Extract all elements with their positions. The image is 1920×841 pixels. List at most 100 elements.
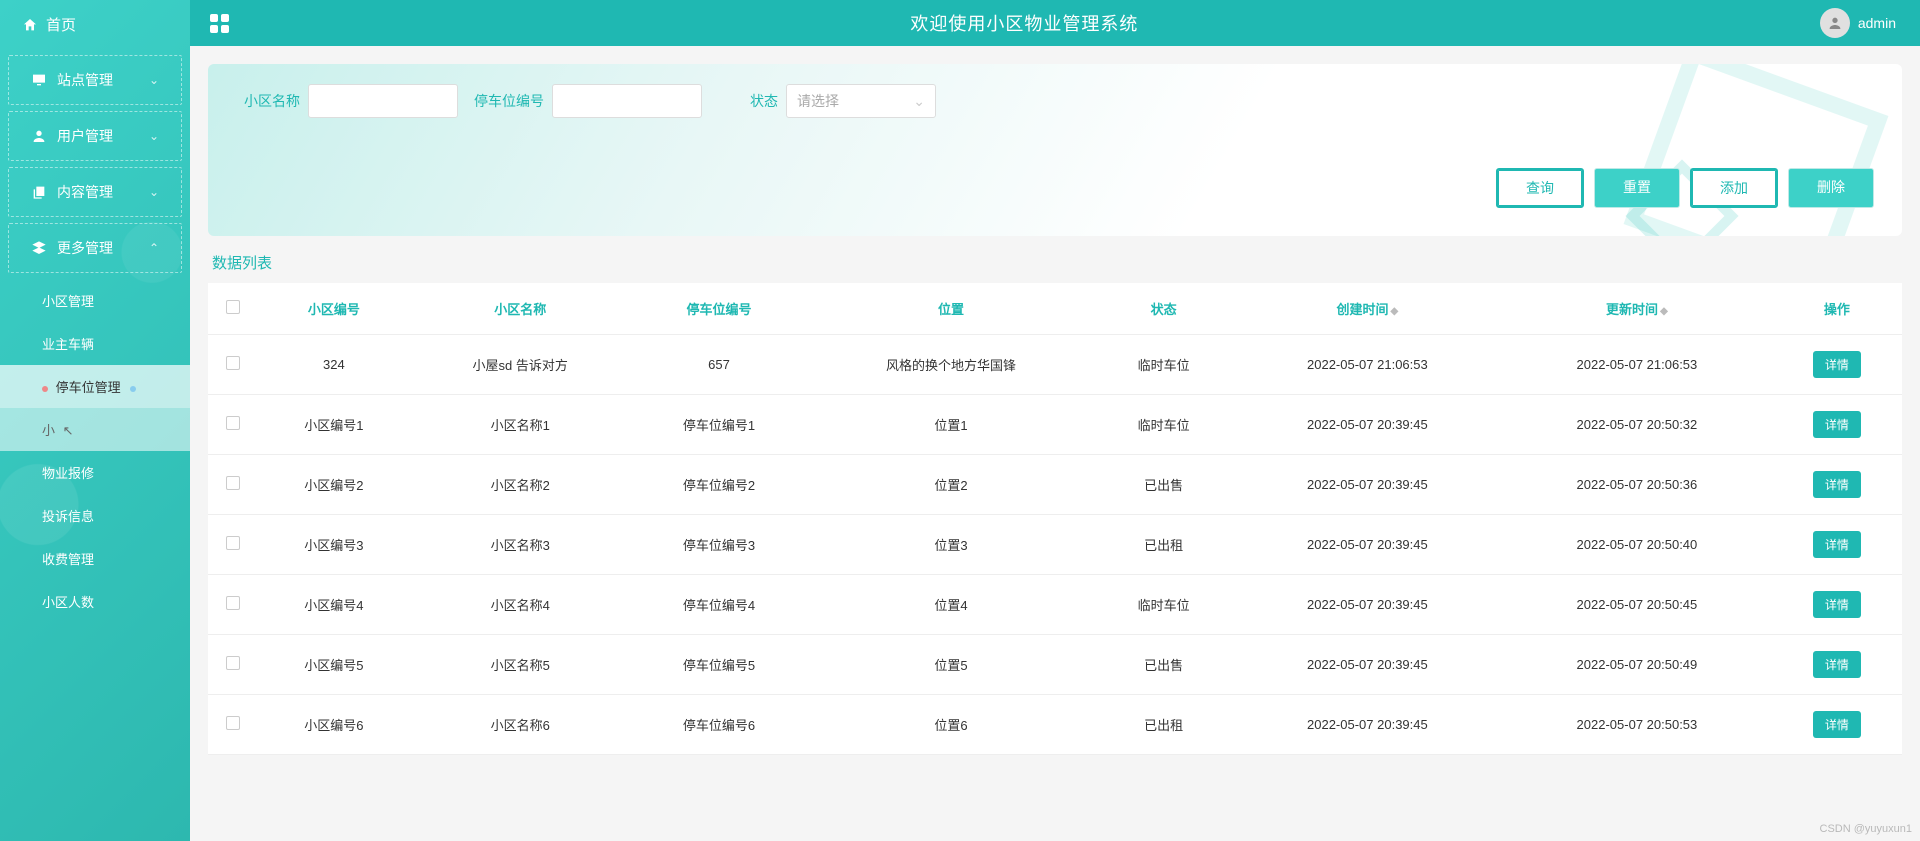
cell: 657 [631, 335, 808, 395]
topbar: 欢迎使用小区物业管理系统 admin [190, 0, 1920, 46]
col-create-time[interactable]: 创建时间◆ [1233, 283, 1503, 335]
chevron-down-icon: ⌄ [149, 129, 159, 143]
cell: 2022-05-07 21:06:53 [1502, 335, 1772, 395]
detail-button[interactable]: 详情 [1813, 351, 1861, 378]
list-title: 数据列表 [212, 252, 1902, 273]
detail-button[interactable]: 详情 [1813, 471, 1861, 498]
cell: 位置4 [807, 575, 1094, 635]
chevron-down-icon: ⌄ [149, 185, 159, 199]
sub-label: 停车位管理 [56, 380, 121, 395]
checkbox-row[interactable] [226, 476, 240, 490]
cell: 位置2 [807, 455, 1094, 515]
home-label: 首页 [46, 14, 76, 35]
user-menu[interactable]: admin [1820, 8, 1896, 38]
user-icon [31, 128, 47, 144]
cell: 临时车位 [1095, 335, 1233, 395]
cell: 2022-05-07 20:50:36 [1502, 455, 1772, 515]
detail-button[interactable]: 详情 [1813, 531, 1861, 558]
sub-label: 小 [42, 423, 55, 438]
detail-button[interactable]: 详情 [1813, 651, 1861, 678]
checkbox-row[interactable] [226, 416, 240, 430]
menu-user[interactable]: 用户管理 ⌄ [8, 111, 182, 161]
checkbox-row[interactable] [226, 536, 240, 550]
detail-button[interactable]: 详情 [1813, 411, 1861, 438]
home-link[interactable]: 首页 [0, 0, 190, 49]
cell: 2022-05-07 20:39:45 [1233, 695, 1503, 755]
cell: 临时车位 [1095, 575, 1233, 635]
cell: 小区名称3 [410, 515, 631, 575]
sub-complaint[interactable]: 投诉信息 [0, 494, 190, 537]
col-action: 操作 [1772, 283, 1902, 335]
cell: 2022-05-07 20:50:49 [1502, 635, 1772, 695]
sidebar: 首页 站点管理 ⌄ 用户管理 ⌄ 内容管理 ⌄ 更多管理 ⌃ 小区管理 业主车辆… [0, 0, 190, 841]
monitor-icon [31, 72, 47, 88]
username: admin [1858, 15, 1896, 31]
cell: 324 [258, 335, 410, 395]
cell: 小区名称6 [410, 695, 631, 755]
table-row: 小区编号1小区名称1停车位编号1位置1临时车位2022-05-07 20:39:… [208, 395, 1902, 455]
checkbox-row[interactable] [226, 596, 240, 610]
input-parking-no[interactable] [552, 84, 702, 118]
cursor-icon: ↖ [63, 423, 74, 438]
detail-button[interactable]: 详情 [1813, 711, 1861, 738]
menu-content[interactable]: 内容管理 ⌄ [8, 167, 182, 217]
menu-site[interactable]: 站点管理 ⌄ [8, 55, 182, 105]
sub-population[interactable]: 小区人数 [0, 580, 190, 623]
cell: 小区编号1 [258, 395, 410, 455]
detail-button[interactable]: 详情 [1813, 591, 1861, 618]
checkbox-all[interactable] [226, 300, 240, 314]
table-row: 小区编号2小区名称2停车位编号2位置2已出售2022-05-07 20:39:4… [208, 455, 1902, 515]
chevron-down-icon: ⌄ [149, 73, 159, 87]
cell: 小屋sd 告诉对方 [410, 335, 631, 395]
delete-button[interactable]: 删除 [1788, 168, 1874, 208]
checkbox-row[interactable] [226, 716, 240, 730]
cell: 2022-05-07 20:39:45 [1233, 575, 1503, 635]
cell: 2022-05-07 20:50:45 [1502, 575, 1772, 635]
menu-more[interactable]: 更多管理 ⌃ [8, 223, 182, 273]
col-status[interactable]: 状态 [1095, 283, 1233, 335]
col-community-no[interactable]: 小区编号 [258, 283, 410, 335]
cell: 小区编号5 [258, 635, 410, 695]
label-status: 状态 [750, 91, 778, 111]
cell: 已出租 [1095, 515, 1233, 575]
checkbox-row[interactable] [226, 656, 240, 670]
sub-hover[interactable]: 小 ↖ [0, 408, 190, 451]
reset-button[interactable]: 重置 [1594, 168, 1680, 208]
input-community-name[interactable] [308, 84, 458, 118]
sub-parking[interactable]: 停车位管理 [0, 365, 190, 408]
watermark: CSDN @yuyuxun1 [1820, 823, 1912, 835]
menu-label: 用户管理 [57, 126, 113, 146]
sub-fee[interactable]: 收费管理 [0, 537, 190, 580]
apps-icon[interactable] [210, 14, 229, 33]
cell: 小区名称2 [410, 455, 631, 515]
dot-icon [42, 386, 48, 392]
cell: 小区名称5 [410, 635, 631, 695]
checkbox-row[interactable] [226, 356, 240, 370]
cell: 2022-05-07 20:39:45 [1233, 515, 1503, 575]
table-row: 小区编号5小区名称5停车位编号5位置5已出售2022-05-07 20:39:4… [208, 635, 1902, 695]
sub-owner-car[interactable]: 业主车辆 [0, 322, 190, 365]
person-icon [1827, 15, 1843, 31]
add-button[interactable]: 添加 [1690, 168, 1778, 208]
select-placeholder: 请选择 [797, 91, 839, 111]
query-button[interactable]: 查询 [1496, 168, 1584, 208]
cell: 小区编号4 [258, 575, 410, 635]
table-row: 小区编号4小区名称4停车位编号4位置4临时车位2022-05-07 20:39:… [208, 575, 1902, 635]
cell: 已出租 [1095, 695, 1233, 755]
cell: 位置5 [807, 635, 1094, 695]
sub-community[interactable]: 小区管理 [0, 279, 190, 322]
col-position[interactable]: 位置 [807, 283, 1094, 335]
cell: 停车位编号2 [631, 455, 808, 515]
cell: 2022-05-07 21:06:53 [1233, 335, 1503, 395]
col-update-time[interactable]: 更新时间◆ [1502, 283, 1772, 335]
sub-repair[interactable]: 物业报修 [0, 451, 190, 494]
cell: 小区编号3 [258, 515, 410, 575]
col-community-name[interactable]: 小区名称 [410, 283, 631, 335]
cell: 停车位编号4 [631, 575, 808, 635]
cell: 2022-05-07 20:50:53 [1502, 695, 1772, 755]
dot-icon [130, 386, 136, 392]
cell: 停车位编号3 [631, 515, 808, 575]
select-status[interactable]: 请选择 ⌄ [786, 84, 936, 118]
col-parking-no[interactable]: 停车位编号 [631, 283, 808, 335]
cell: 小区名称1 [410, 395, 631, 455]
